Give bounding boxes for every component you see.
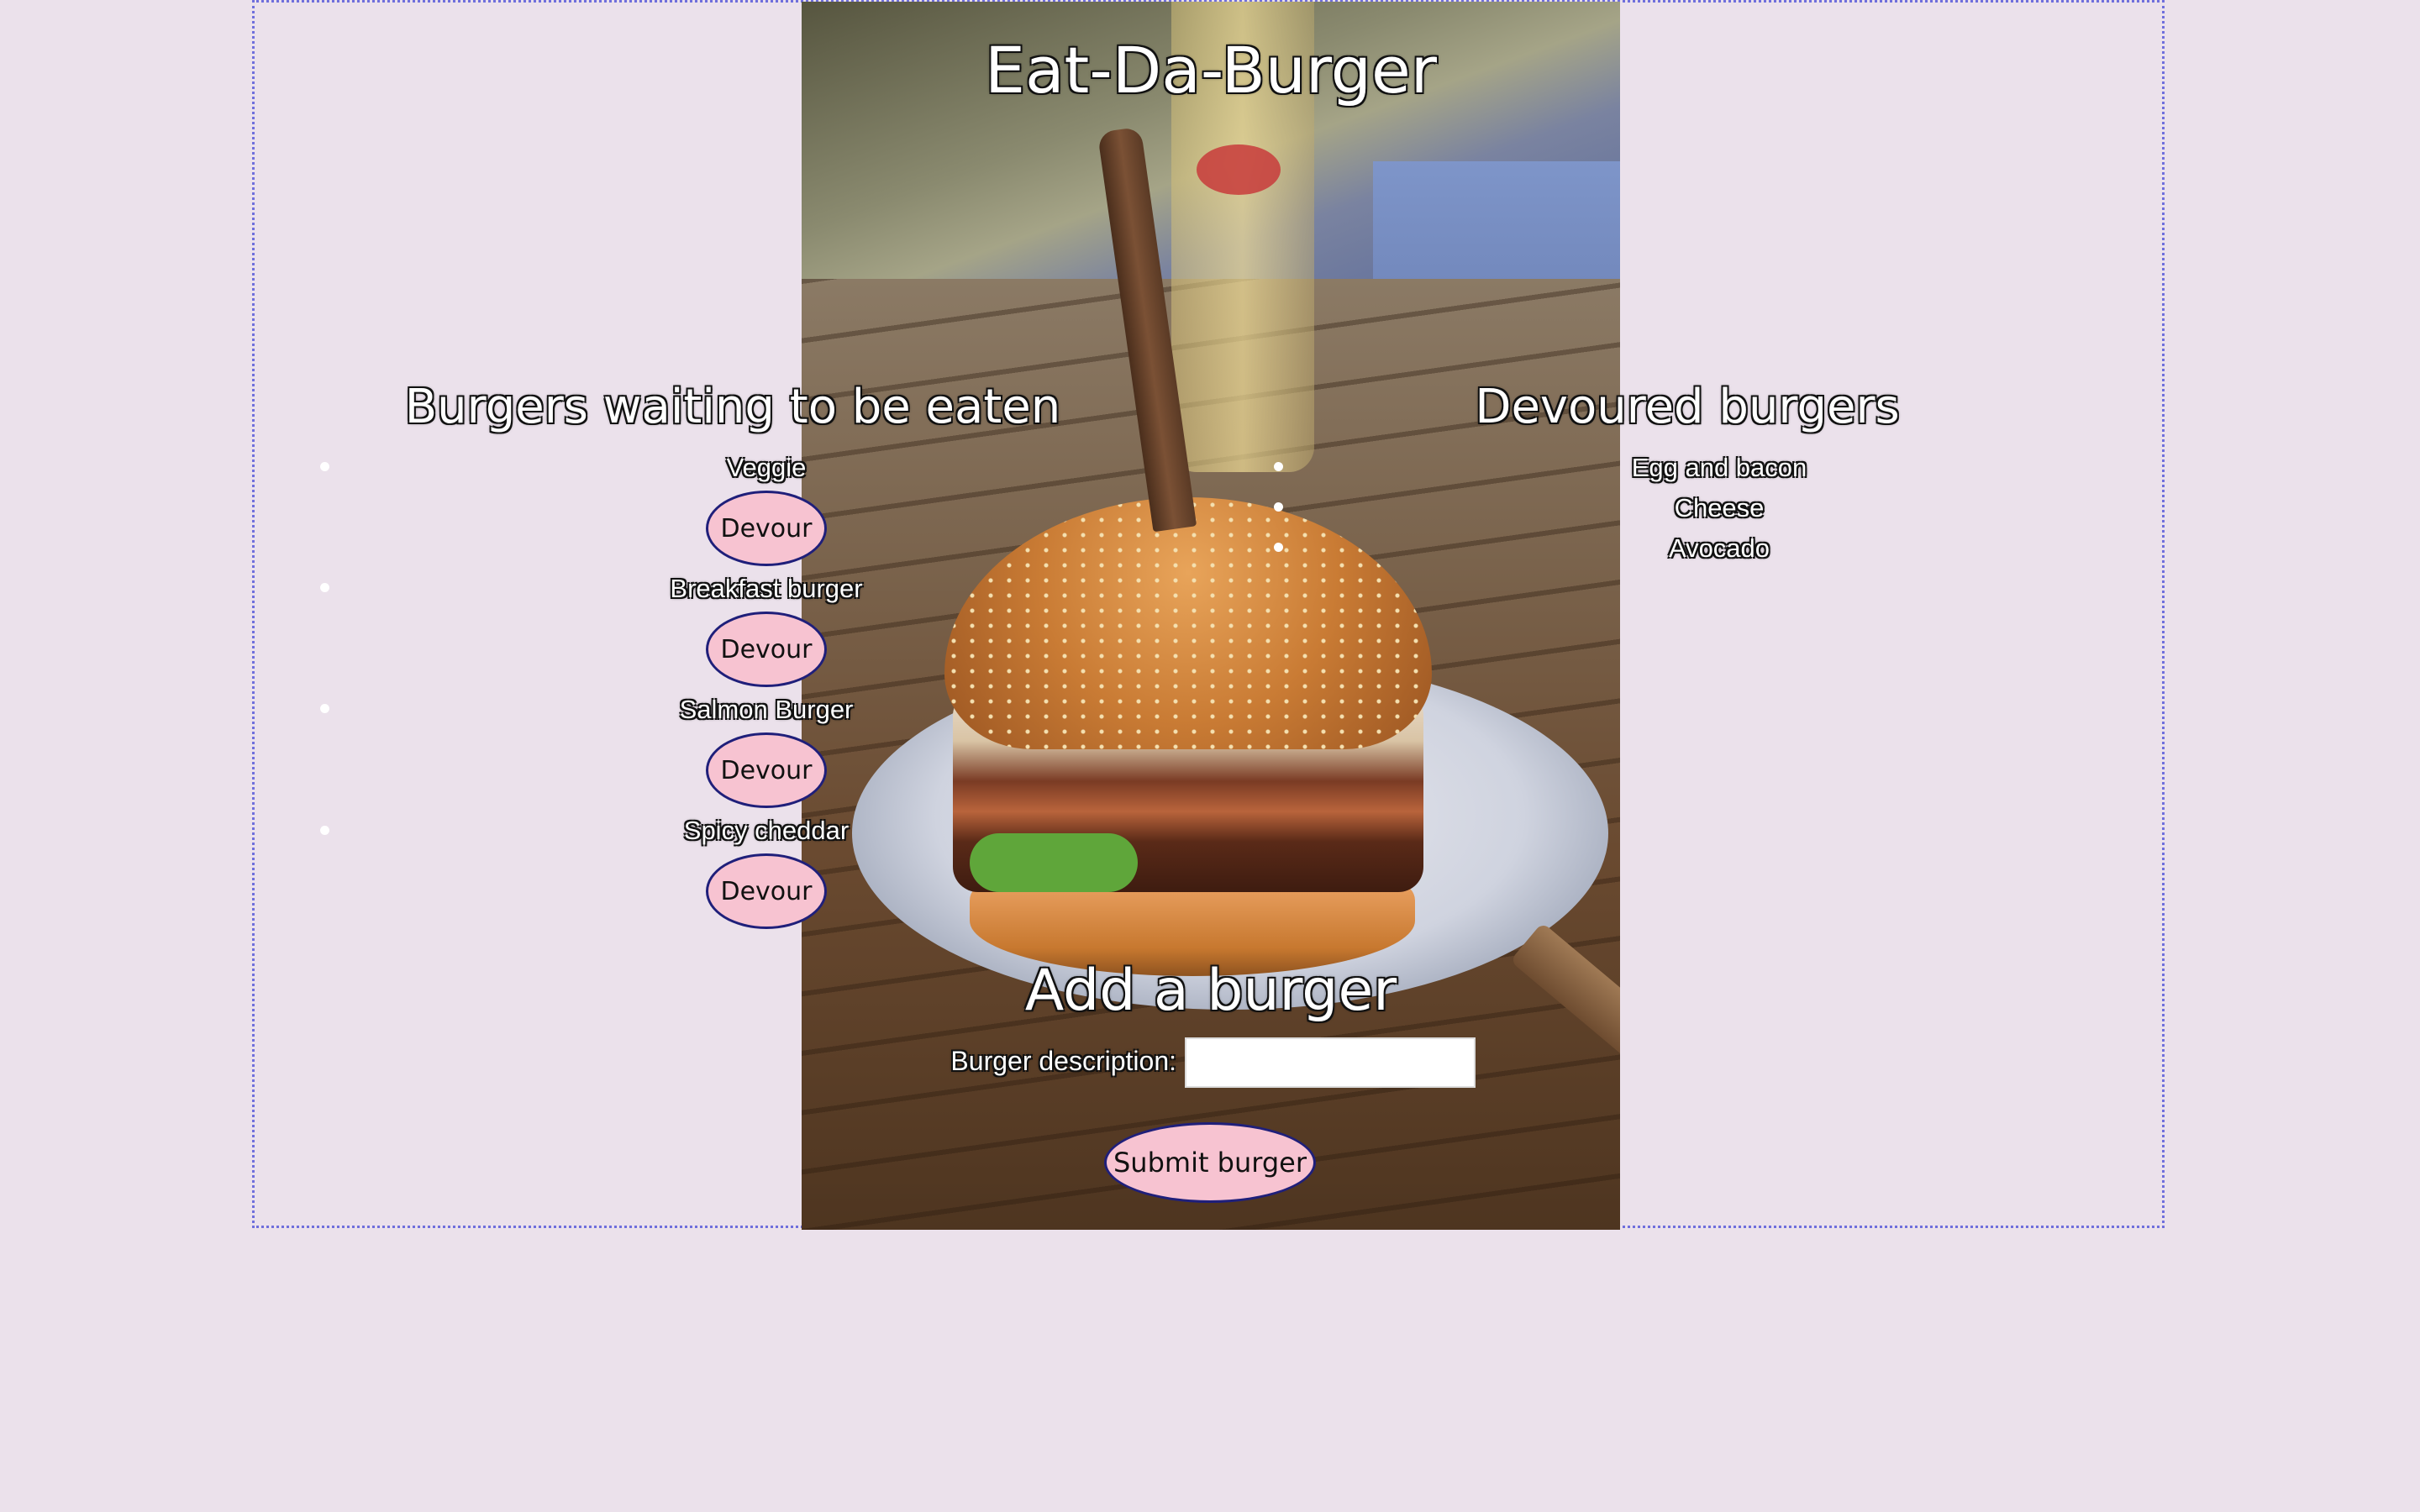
burger-name: Breakfast burger (670, 574, 863, 603)
burger-name: Spicy cheddar (683, 816, 850, 845)
photo-lettuce (970, 833, 1138, 892)
devoured-burgers-heading: Devoured burgers (1475, 380, 1900, 434)
add-burger-heading: Add a burger (1024, 958, 1397, 1024)
photo-glass-logo (1197, 144, 1281, 195)
burger-name: Salmon Burger (679, 695, 854, 724)
burger-description-input[interactable] (1185, 1037, 1476, 1088)
list-bullet (320, 826, 329, 835)
list-bullet (320, 583, 329, 592)
list-bullet (320, 462, 329, 471)
devoured-burger-name: Avocado (1668, 533, 1770, 563)
list-bullet (320, 704, 329, 713)
list-bullet (1274, 462, 1283, 471)
devoured-burger-name: Cheese (1674, 493, 1765, 522)
waiting-burgers-heading: Burgers waiting to be eaten (404, 380, 1061, 434)
devour-button[interactable]: Devour (706, 732, 827, 808)
devour-button[interactable]: Devour (706, 612, 827, 687)
devour-button[interactable]: Devour (706, 853, 827, 929)
burger-description-label: Burger description: (950, 1046, 1176, 1076)
devoured-burger-name: Egg and bacon (1631, 453, 1807, 482)
devour-button[interactable]: Devour (706, 491, 827, 566)
list-bullet (1274, 543, 1283, 552)
burger-name: Veggie (726, 453, 807, 482)
list-bullet (1274, 502, 1283, 512)
submit-burger-button[interactable]: Submit burger (1104, 1122, 1316, 1203)
page-title: Eat-Da-Burger (984, 33, 1438, 108)
